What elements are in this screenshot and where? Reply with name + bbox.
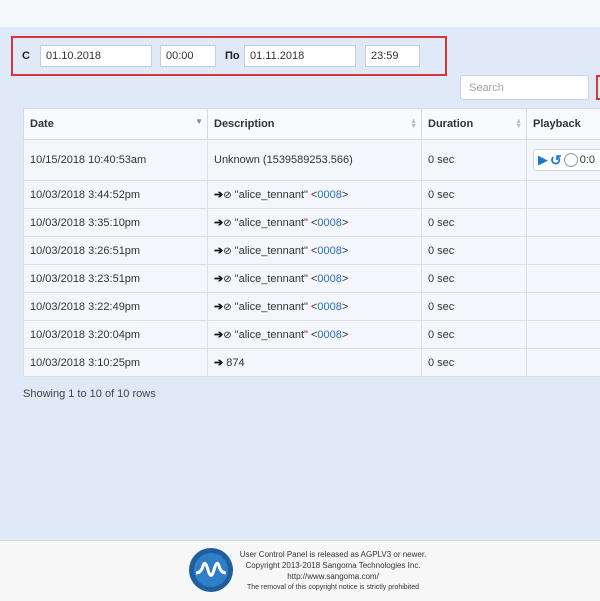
date-cell: 10/03/2018 3:10:25pm	[24, 349, 208, 377]
from-label: С	[22, 50, 30, 62]
blocked-icon: ⊘	[223, 190, 231, 201]
sort-icon: ▲▼	[410, 119, 417, 129]
playback-cell	[527, 181, 600, 209]
sort-desc-icon: ▼	[195, 119, 203, 124]
to-date-input[interactable]	[244, 45, 356, 67]
table-row: 10/15/2018 10:40:53am Unknown (153958925…	[24, 140, 600, 181]
caller-name: "alice_tennant"	[235, 301, 311, 313]
outgoing-arrow-icon: ➔	[214, 189, 223, 201]
playback-cell	[527, 349, 600, 377]
table-row: 10/03/2018 3:22:49pm ➔⊘ "alice_tennant" …	[24, 293, 600, 321]
caller-name: "alice_tennant"	[235, 217, 311, 229]
from-date-input[interactable]	[40, 45, 152, 67]
play-icon[interactable]: ▶	[538, 152, 548, 168]
to-time-input[interactable]	[365, 45, 420, 67]
blocked-icon: ⊘	[223, 302, 231, 313]
outgoing-arrow-icon: ➔	[214, 301, 223, 313]
date-cell: 10/15/2018 10:40:53am	[24, 140, 208, 181]
to-label: По	[225, 50, 240, 62]
progress-slider-knob[interactable]	[564, 153, 578, 167]
table-row: 10/03/2018 3:44:52pm ➔⊘ "alice_tennant" …	[24, 181, 600, 209]
audio-player: ▶ ↺ 0:0	[533, 149, 600, 171]
duration-cell: 0 sec	[422, 293, 527, 321]
highlighted-button-edge[interactable]	[596, 75, 600, 100]
outgoing-arrow-icon: ➔	[214, 357, 223, 369]
sangoma-link[interactable]: http://www.sangoma.com/	[238, 571, 428, 582]
top-bar	[0, 0, 600, 27]
blocked-icon: ⊘	[223, 218, 231, 229]
caller-name: "alice_tennant"	[235, 273, 311, 285]
pagination-info: Showing 1 to 10 of 10 rows	[23, 388, 156, 400]
outgoing-arrow-icon: ➔	[214, 245, 223, 257]
extension-link[interactable]: 0008	[317, 301, 341, 313]
date-cell: 10/03/2018 3:20:04pm	[24, 321, 208, 349]
date-cell: 10/03/2018 3:23:51pm	[24, 265, 208, 293]
copyright-text: User Control Panel is released as AGPLV3…	[238, 549, 428, 593]
playback-cell	[527, 209, 600, 237]
duration-cell: 0 sec	[422, 181, 527, 209]
caller-name: "alice_tennant"	[235, 329, 311, 341]
footer: User Control Panel is released as AGPLV3…	[0, 540, 600, 601]
date-range-filter: С По	[11, 36, 447, 76]
description-cell: ➔⊘ "alice_tennant" <0008>	[208, 321, 422, 349]
table-row: 10/03/2018 3:20:04pm ➔⊘ "alice_tennant" …	[24, 321, 600, 349]
duration-cell: 0 sec	[422, 265, 527, 293]
player-time: 0:0	[580, 154, 595, 166]
table-row: 10/03/2018 3:26:51pm ➔⊘ "alice_tennant" …	[24, 237, 600, 265]
search-input[interactable]	[460, 75, 589, 100]
extension-link[interactable]: 0008	[317, 273, 341, 285]
restart-icon[interactable]: ↺	[550, 152, 562, 169]
playback-cell	[527, 237, 600, 265]
column-header-duration[interactable]: Duration ▲▼	[422, 109, 527, 140]
caller-name: "alice_tennant"	[235, 245, 311, 257]
description-cell: ➔⊘ "alice_tennant" <0008>	[208, 265, 422, 293]
sort-icon: ▲▼	[515, 119, 522, 129]
extension-link[interactable]: 0008	[317, 189, 341, 201]
blocked-icon: ⊘	[223, 330, 231, 341]
description-cell: ➔ 874	[208, 349, 422, 377]
column-header-date[interactable]: Date ▼	[24, 109, 208, 140]
date-cell: 10/03/2018 3:35:10pm	[24, 209, 208, 237]
duration-cell: 0 sec	[422, 349, 527, 377]
table-row: 10/03/2018 3:35:10pm ➔⊘ "alice_tennant" …	[24, 209, 600, 237]
outgoing-arrow-icon: ➔	[214, 329, 223, 341]
duration-cell: 0 sec	[422, 321, 527, 349]
dialed-number: 874	[226, 357, 244, 369]
date-cell: 10/03/2018 3:22:49pm	[24, 293, 208, 321]
date-cell: 10/03/2018 3:26:51pm	[24, 237, 208, 265]
from-time-input[interactable]	[160, 45, 216, 67]
blocked-icon: ⊘	[223, 274, 231, 285]
column-header-description[interactable]: Description ▲▼	[208, 109, 422, 140]
description-cell: ➔⊘ "alice_tennant" <0008>	[208, 293, 422, 321]
date-cell: 10/03/2018 3:44:52pm	[24, 181, 208, 209]
table-row: 10/03/2018 3:10:25pm ➔ 874 0 sec	[24, 349, 600, 377]
description-cell: Unknown (1539589253.566)	[208, 140, 422, 181]
description-cell: ➔⊘ "alice_tennant" <0008>	[208, 181, 422, 209]
duration-cell: 0 sec	[422, 237, 527, 265]
playback-cell: ▶ ↺ 0:0	[527, 140, 600, 181]
extension-link[interactable]: 0008	[317, 217, 341, 229]
sangoma-logo-icon	[187, 546, 235, 594]
call-history-table: Date ▼ Description ▲▼ Duration ▲▼ Playba…	[23, 108, 600, 377]
extension-link[interactable]: 0008	[317, 245, 341, 257]
blocked-icon: ⊘	[223, 246, 231, 257]
outgoing-arrow-icon: ➔	[214, 273, 223, 285]
description-cell: ➔⊘ "alice_tennant" <0008>	[208, 209, 422, 237]
extension-link[interactable]: 0008	[317, 329, 341, 341]
column-header-playback: Playback	[527, 109, 600, 140]
duration-cell: 0 sec	[422, 209, 527, 237]
outgoing-arrow-icon: ➔	[214, 217, 223, 229]
description-cell: ➔⊘ "alice_tennant" <0008>	[208, 237, 422, 265]
table-row: 10/03/2018 3:23:51pm ➔⊘ "alice_tennant" …	[24, 265, 600, 293]
duration-cell: 0 sec	[422, 140, 527, 181]
caller-name: "alice_tennant"	[235, 189, 311, 201]
playback-cell	[527, 321, 600, 349]
playback-cell	[527, 293, 600, 321]
playback-cell	[527, 265, 600, 293]
